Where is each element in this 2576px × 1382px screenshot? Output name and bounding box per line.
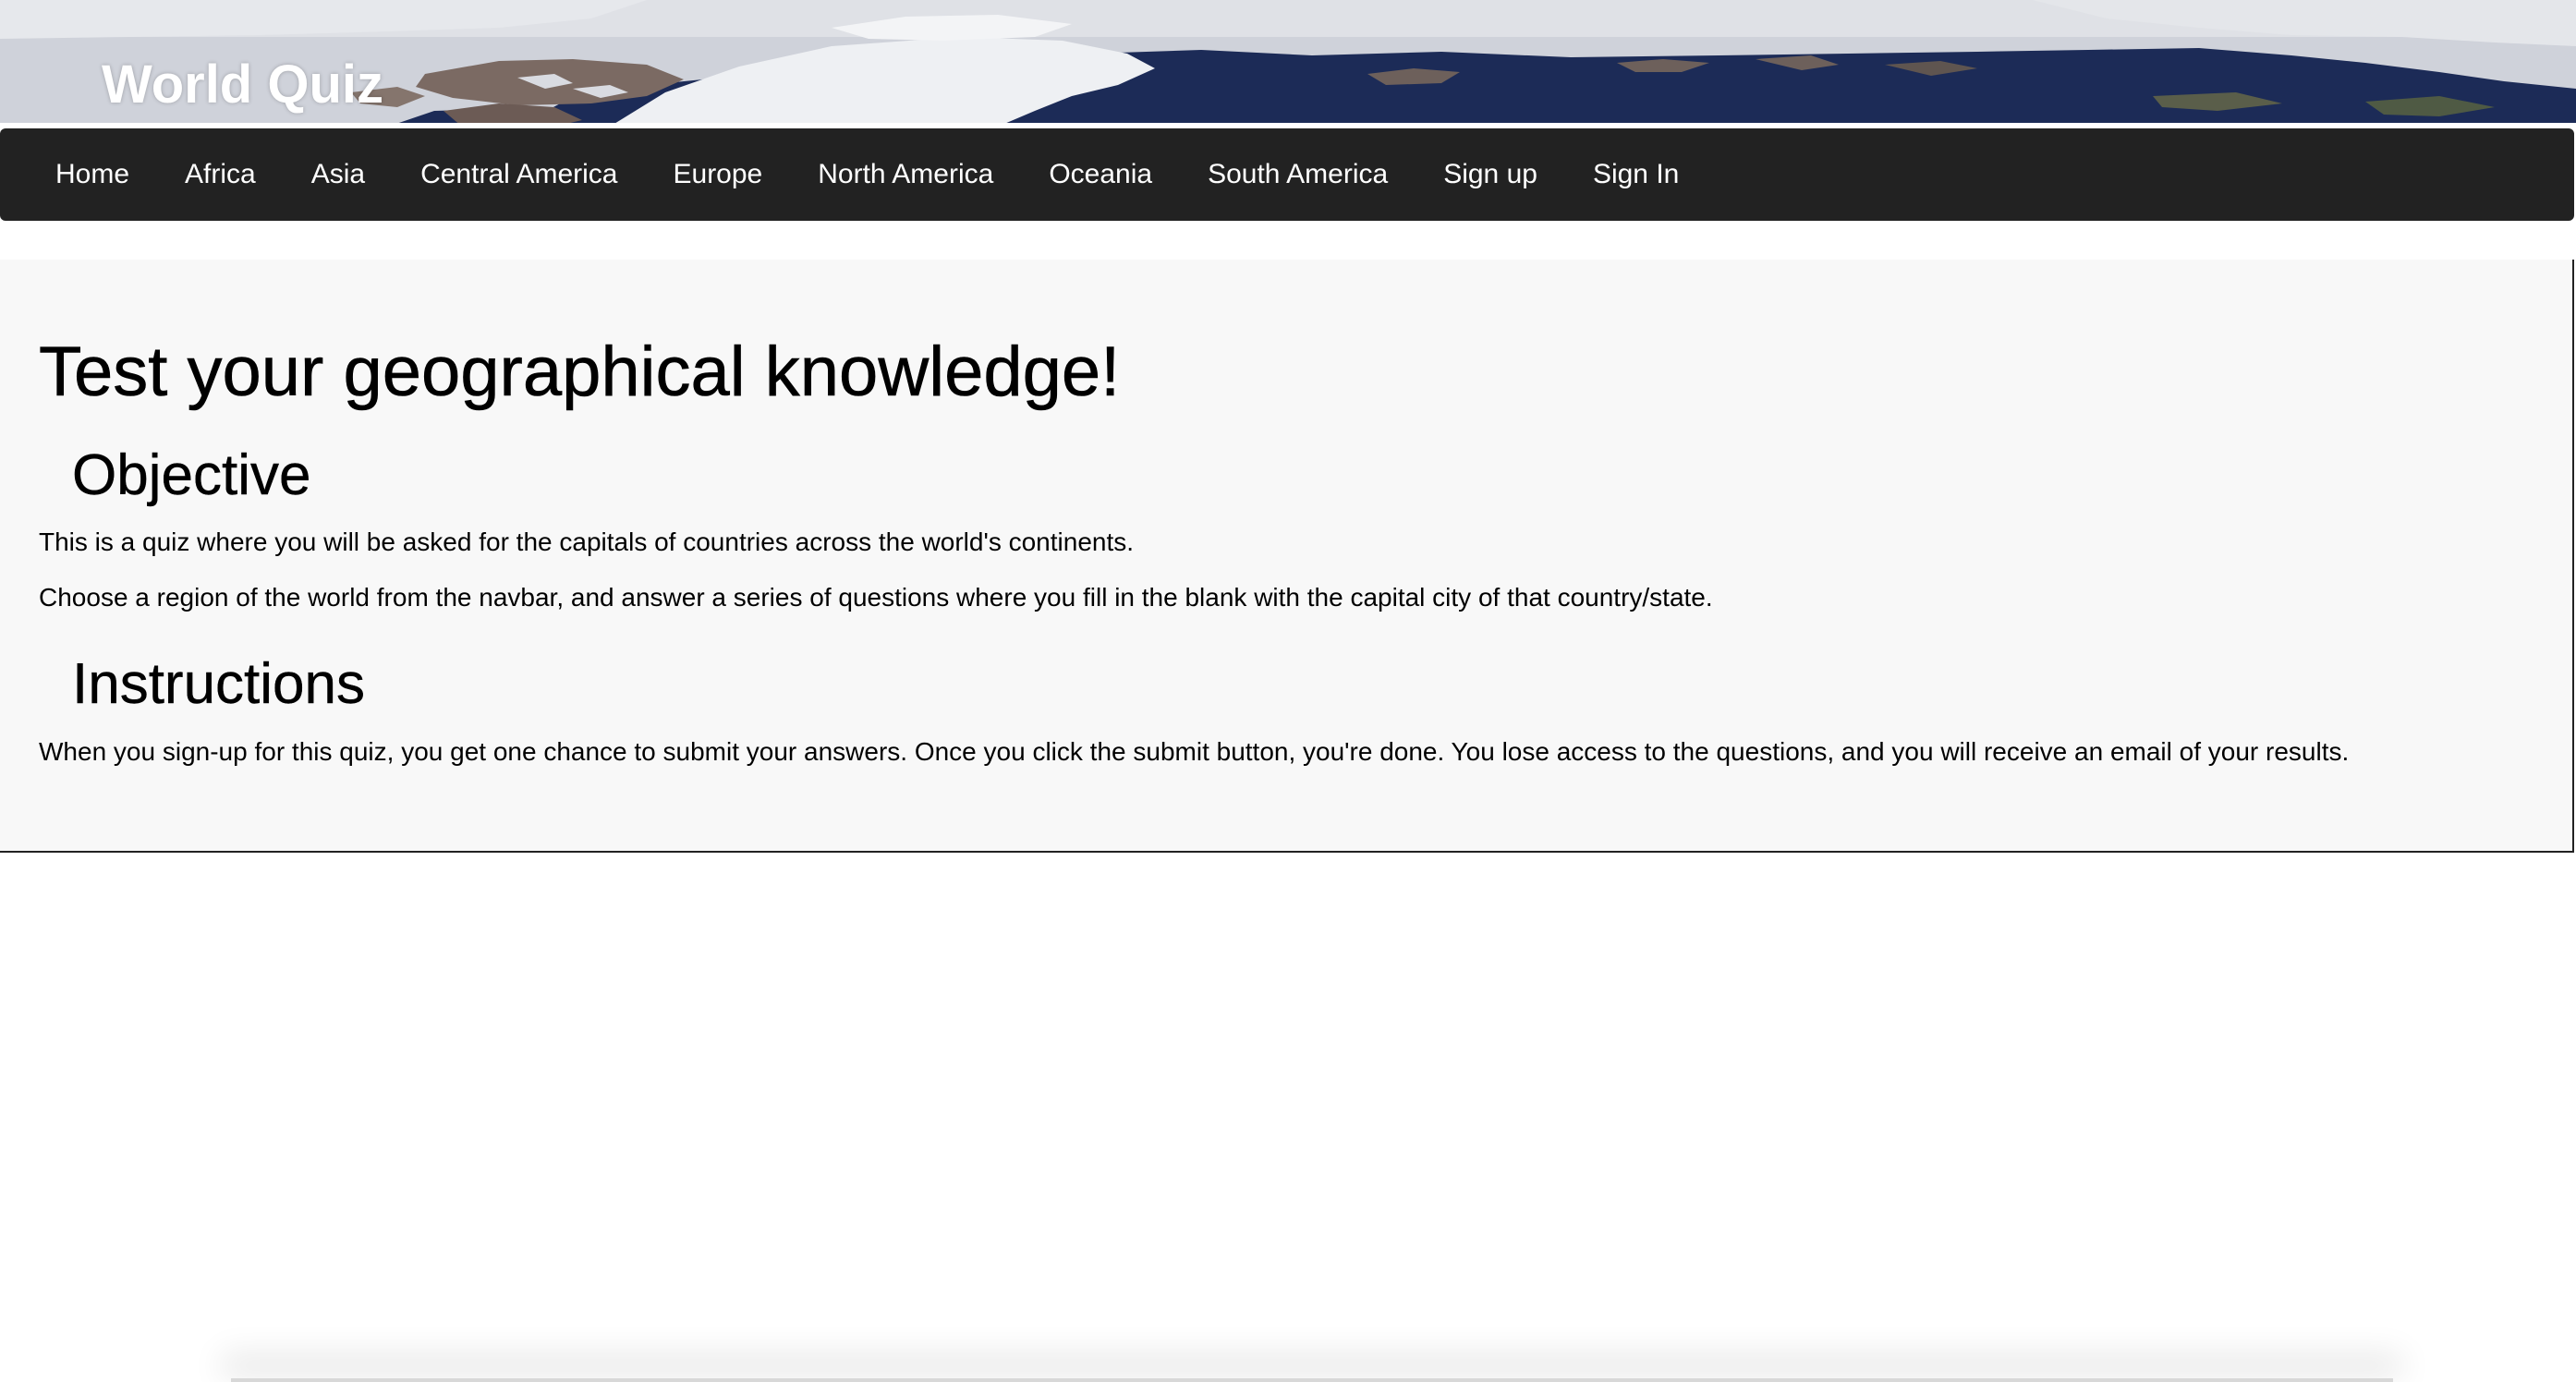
bottom-shadow-divider bbox=[231, 1378, 2393, 1382]
jumbotron: Test your geographical knowledge! Object… bbox=[0, 260, 2574, 853]
nav-item-sign-up[interactable]: Sign up bbox=[1416, 128, 1565, 221]
nav-item-oceania[interactable]: Oceania bbox=[1021, 128, 1180, 221]
nav-item-central-america[interactable]: Central America bbox=[393, 128, 645, 221]
nav-item-sign-in[interactable]: Sign In bbox=[1565, 128, 1707, 221]
objective-paragraph: Choose a region of the world from the na… bbox=[39, 583, 1713, 612]
objective-heading: Objective bbox=[72, 443, 311, 507]
main-navbar: Home Africa Asia Central America Europe … bbox=[0, 128, 2574, 221]
nav-item-home[interactable]: Home bbox=[28, 128, 157, 221]
instructions-paragraph: When you sign-up for this quiz, you get … bbox=[39, 737, 2350, 766]
nav-list: Home Africa Asia Central America Europe … bbox=[0, 128, 1707, 221]
page-headline: Test your geographical knowledge! bbox=[39, 333, 1121, 412]
objective-paragraph: This is a quiz where you will be asked f… bbox=[39, 527, 1135, 556]
world-map-banner-image bbox=[0, 0, 2576, 127]
header-banner: World Quiz bbox=[0, 0, 2576, 127]
site-title[interactable]: World Quiz bbox=[102, 54, 383, 115]
nav-item-asia[interactable]: Asia bbox=[284, 128, 393, 221]
nav-item-south-america[interactable]: South America bbox=[1180, 128, 1416, 221]
nav-item-europe[interactable]: Europe bbox=[646, 128, 791, 221]
instructions-heading: Instructions bbox=[72, 652, 366, 716]
nav-item-north-america[interactable]: North America bbox=[790, 128, 1021, 221]
nav-item-africa[interactable]: Africa bbox=[157, 128, 284, 221]
